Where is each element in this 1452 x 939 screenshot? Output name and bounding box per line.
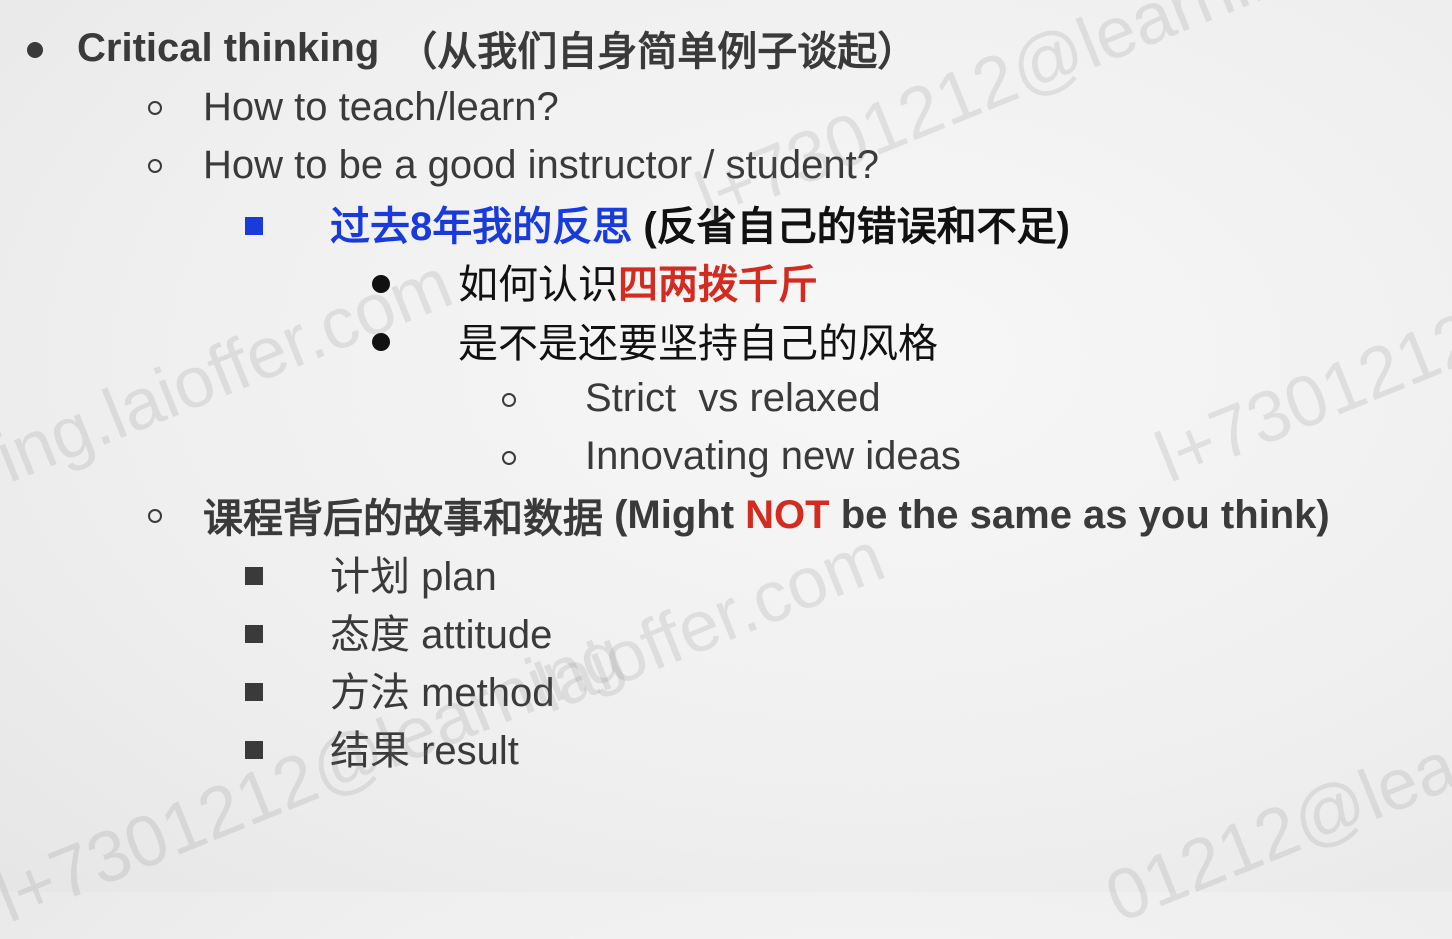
- l4a-highlight: 四两拨千斤: [618, 263, 818, 307]
- bullet-circle-icon: [494, 372, 524, 428]
- watermark: 01212@learn: [1095, 701, 1452, 939]
- bullet-square-icon: [239, 664, 269, 720]
- bullet-dot-icon: [366, 256, 396, 312]
- l2c-highlight: NOT: [745, 492, 830, 537]
- outline-l4b: 是不是还要坚持自己的风格: [458, 322, 938, 366]
- bullet-circle-icon: [140, 80, 170, 136]
- bullet-dot-icon: [20, 22, 50, 78]
- outline-item: 计划 plan: [330, 555, 497, 599]
- l2c-zh: 课程背后的故事和数据: [203, 497, 603, 541]
- bullet-square-icon: [239, 606, 269, 662]
- l3-rest: (反省自己的错误和不足): [632, 205, 1071, 249]
- outline-l3: 过去8年我的反思 (反省自己的错误和不足): [330, 195, 1070, 251]
- l2c-p2: be the same as you think): [829, 492, 1330, 537]
- outline-item: 态度 attitude: [330, 613, 553, 657]
- bullet-circle-icon: [494, 430, 524, 486]
- outline-l1: Critical thinking （从我们自身简单例子谈起）: [77, 20, 917, 76]
- bullet-circle-icon: [140, 488, 170, 544]
- outline-l2a: How to teach/learn?: [203, 84, 559, 129]
- watermark: laioffer.com: [525, 516, 896, 729]
- slide: Critical thinking （从我们自身简单例子谈起） How to t…: [0, 0, 1452, 938]
- l2c-p1: (Might: [603, 492, 746, 537]
- l1-text: Critical thinking: [77, 25, 380, 70]
- outline-item: 结果 result: [330, 729, 519, 773]
- bullet-circle-icon: [140, 138, 170, 194]
- outline-l2b: How to be a good instructor / student?: [203, 142, 879, 187]
- l4a-prefix: 如何认识: [458, 263, 618, 307]
- outline-l2c: 课程背后的故事和数据 (Might NOT be the same as you…: [203, 487, 1330, 543]
- watermark: l+7301212: [1145, 297, 1452, 499]
- l3-blue-text: 过去8年我的反思: [330, 205, 633, 249]
- bullet-square-icon: [239, 722, 269, 778]
- outline-l5a: Strict vs relaxed: [585, 375, 881, 420]
- outline-l4a: 如何认识 四两拨千斤: [458, 253, 818, 309]
- bullet-dot-icon: [366, 314, 396, 370]
- outline-item: 方法 method: [330, 671, 555, 715]
- outline-l5b: Innovating new ideas: [585, 433, 961, 478]
- bullet-square-icon: [239, 198, 269, 254]
- l1-paren: （从我们自身简单例子谈起）: [397, 30, 918, 74]
- bullet-square-icon: [239, 548, 269, 604]
